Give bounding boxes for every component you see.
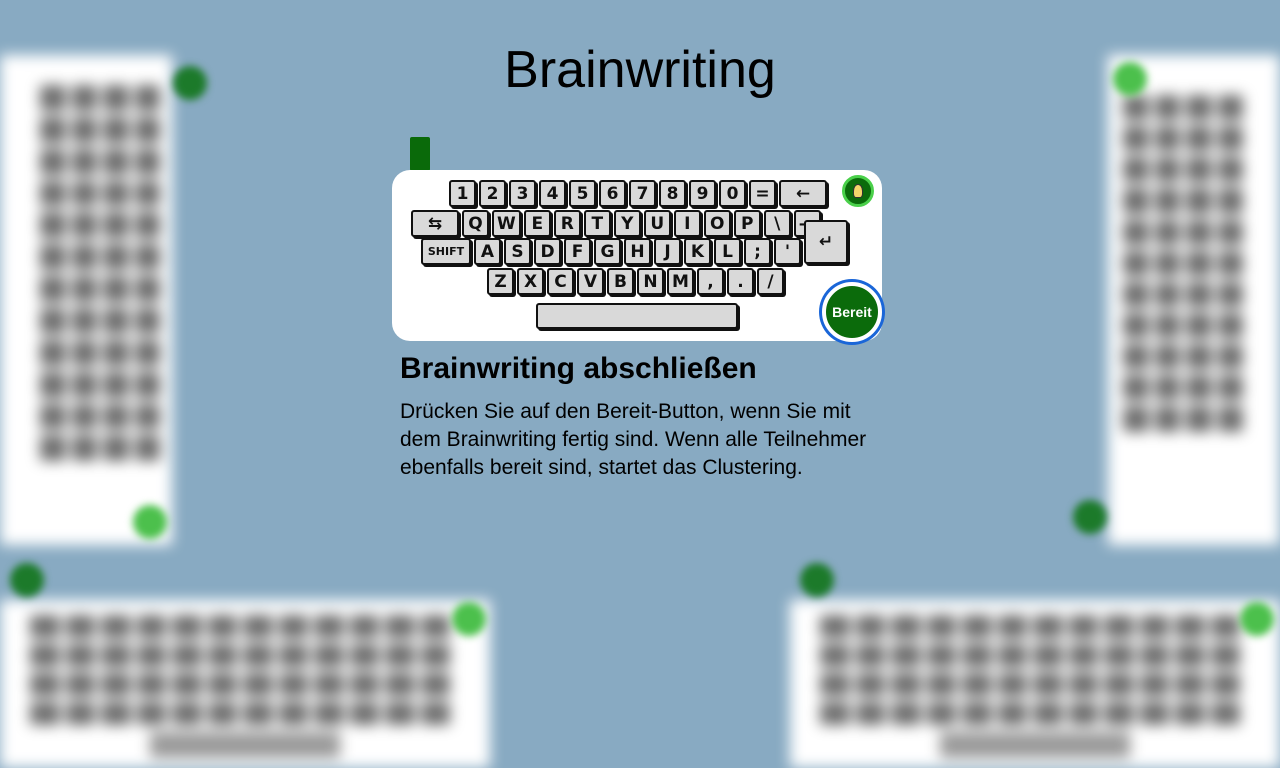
key[interactable]: /: [757, 268, 784, 295]
key[interactable]: 2: [479, 180, 506, 207]
key[interactable]: I: [673, 210, 701, 237]
key[interactable]: M: [667, 268, 694, 295]
key[interactable]: Z: [487, 268, 514, 295]
keyboard-row-1: 1 2 3 4 5 6 7 8 9 0 = ←: [449, 180, 827, 207]
key[interactable]: ,: [697, 268, 724, 295]
key[interactable]: E: [523, 210, 551, 237]
key[interactable]: R: [553, 210, 581, 237]
participant-status-dot: [1240, 602, 1274, 636]
participant-keyboard-left: [0, 55, 172, 545]
keyboard-row-3: SHIFT A S D F G H J K L ; ' ↵: [421, 220, 848, 265]
participant-status-dot: [10, 563, 44, 597]
key[interactable]: 6: [599, 180, 626, 207]
key[interactable]: U: [643, 210, 671, 237]
lightbulb-icon[interactable]: [842, 175, 874, 207]
participant-status-dot: [1073, 500, 1107, 534]
key[interactable]: P: [733, 210, 761, 237]
ready-button[interactable]: Bereit: [822, 282, 882, 342]
key[interactable]: V: [577, 268, 604, 295]
shift-key[interactable]: SHIFT: [421, 238, 471, 265]
space-key[interactable]: [536, 303, 738, 329]
key[interactable]: \: [763, 210, 791, 237]
key[interactable]: A: [474, 238, 501, 265]
backspace-key[interactable]: ←: [779, 180, 827, 207]
key[interactable]: .: [727, 268, 754, 295]
key[interactable]: K: [684, 238, 711, 265]
key[interactable]: N: [637, 268, 664, 295]
participant-keyboard-right: [1108, 55, 1280, 545]
key[interactable]: 9: [689, 180, 716, 207]
key[interactable]: 5: [569, 180, 596, 207]
key[interactable]: X: [517, 268, 544, 295]
key[interactable]: 1: [449, 180, 476, 207]
instruction-text: Drücken Sie auf den Bereit-Button, wenn …: [400, 400, 867, 479]
enter-key[interactable]: ↵: [804, 220, 848, 264]
key[interactable]: 0: [719, 180, 746, 207]
page-title: Brainwriting: [504, 41, 776, 99]
key[interactable]: 3: [509, 180, 536, 207]
participant-status-dot: [800, 563, 834, 597]
key[interactable]: 4: [539, 180, 566, 207]
participant-status-dot: [133, 505, 167, 539]
key[interactable]: Q: [462, 210, 489, 237]
key[interactable]: ;: [744, 238, 771, 265]
key[interactable]: L: [714, 238, 741, 265]
key[interactable]: D: [534, 238, 561, 265]
key[interactable]: 7: [629, 180, 656, 207]
key[interactable]: G: [594, 238, 621, 265]
key[interactable]: B: [607, 268, 634, 295]
key[interactable]: J: [654, 238, 681, 265]
key[interactable]: C: [547, 268, 574, 295]
instruction-heading: Brainwriting abschließen: [400, 352, 757, 385]
keyboard-row-4: Z X C V B N M , . /: [487, 268, 784, 295]
keyboard-row-2: ⇆ Q W E R T Y U I O P \ —: [411, 210, 821, 237]
key[interactable]: F: [564, 238, 591, 265]
key[interactable]: O: [703, 210, 731, 237]
participant-keyboard-bottom-right: [790, 600, 1280, 768]
own-keyboard: 1 2 3 4 5 6 7 8 9 0 = ← ⇆ Q W E R T Y U …: [392, 170, 882, 341]
participant-marker: [410, 137, 430, 171]
key[interactable]: ': [774, 238, 801, 265]
key[interactable]: Y: [613, 210, 641, 237]
key[interactable]: T: [583, 210, 611, 237]
key[interactable]: 8: [659, 180, 686, 207]
key[interactable]: S: [504, 238, 531, 265]
key[interactable]: =: [749, 180, 776, 207]
tab-key[interactable]: ⇆: [411, 210, 459, 237]
participant-keyboard-bottom-left: [0, 600, 490, 768]
participant-status-dot: [452, 602, 486, 636]
key[interactable]: H: [624, 238, 651, 265]
key[interactable]: W: [492, 210, 521, 237]
